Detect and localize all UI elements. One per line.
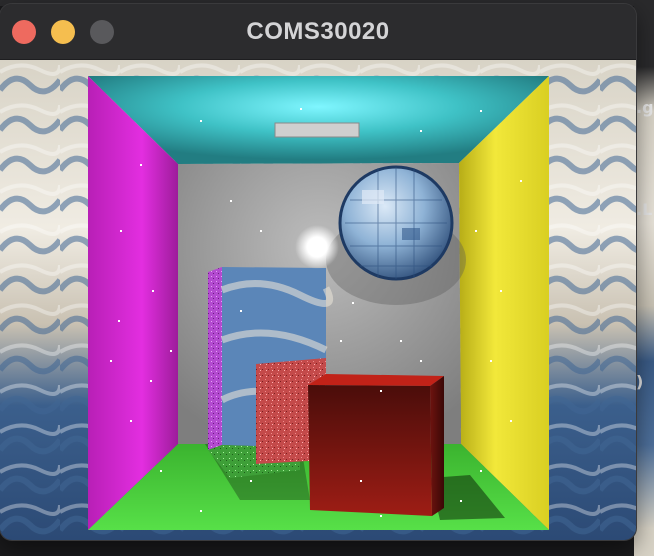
- desktop-background-strip: [634, 0, 654, 556]
- window-title: COMS30020: [246, 18, 390, 45]
- cornell-box-render: [0, 60, 636, 540]
- tall-box-front: [308, 385, 432, 516]
- mirror-panel-edge: [208, 267, 222, 450]
- background-text-fragment: .g: [636, 98, 654, 117]
- tall-box-side: [430, 376, 444, 516]
- point-light: [295, 225, 339, 269]
- title-bar[interactable]: COMS30020: [0, 4, 636, 60]
- app-window: COMS30020: [0, 4, 636, 540]
- background-text-fragment: .L: [636, 200, 653, 219]
- ceiling-light-panel: [274, 122, 360, 138]
- background-text-fragment: ): [636, 372, 644, 391]
- render-viewport: [0, 60, 636, 540]
- tall-box-top: [308, 374, 444, 386]
